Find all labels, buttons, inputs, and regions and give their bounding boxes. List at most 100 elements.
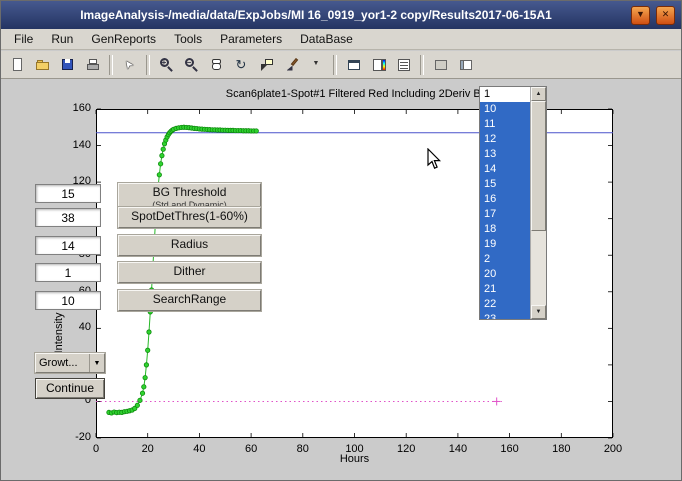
insert-colorbar-icon xyxy=(371,57,387,73)
brush-button[interactable] xyxy=(280,53,303,76)
x-tick-label: 80 xyxy=(288,443,318,455)
data-cursor-icon xyxy=(259,57,275,73)
data-cursor-button[interactable] xyxy=(255,53,278,76)
listbox-item[interactable]: 15 xyxy=(480,177,530,192)
listbox-item[interactable]: 10 xyxy=(480,102,530,117)
show-plot-tools-icon xyxy=(458,57,474,73)
brush-dropdown-button[interactable] xyxy=(305,53,328,76)
listbox-item[interactable]: 12 xyxy=(480,132,530,147)
brush-icon xyxy=(284,57,300,73)
growth-popup-menu[interactable]: Growt... ▼ xyxy=(35,353,105,373)
print-button[interactable] xyxy=(81,53,104,76)
popup-arrow-icon[interactable]: ▼ xyxy=(89,354,104,372)
listbox-item[interactable]: 21 xyxy=(480,282,530,297)
close-icon[interactable]: ✕ xyxy=(656,6,675,25)
listbox-item[interactable]: 14 xyxy=(480,162,530,177)
y-tick-label: -20 xyxy=(55,431,91,443)
title-bar: ImageAnalysis-/media/data/ExpJobs/MI 16_… xyxy=(1,1,681,29)
print-icon xyxy=(85,57,101,73)
new-document-icon xyxy=(10,57,26,73)
scroll-down-icon[interactable]: ▼ xyxy=(531,305,546,319)
y-tick-label: 40 xyxy=(55,321,91,333)
spotdetthres-1-60-field[interactable] xyxy=(35,208,101,227)
menu-bar: FileRunGenReportsToolsParametersDataBase xyxy=(1,29,681,50)
spotdetthres-1-60-label-button[interactable]: SpotDetThres(1-60%) xyxy=(118,207,261,228)
growth-popup-value: Growt... xyxy=(36,357,89,369)
bg-threshold-label-button[interactable]: BG Threshold(Std and Dynamic) xyxy=(118,183,261,210)
menu-item-tools[interactable]: Tools xyxy=(165,30,211,48)
toolbar-separator xyxy=(333,55,337,75)
brush-dropdown-icon xyxy=(309,57,325,73)
bg-threshold-field[interactable] xyxy=(35,184,101,203)
show-plot-tools-button[interactable] xyxy=(454,53,477,76)
zoom-in-button[interactable] xyxy=(155,53,178,76)
zoom-out-icon xyxy=(184,57,200,73)
new-document-button[interactable] xyxy=(6,53,29,76)
searchrange-label-button[interactable]: SearchRange xyxy=(118,290,261,311)
rotate-3d-icon xyxy=(234,57,250,73)
radius-field[interactable] xyxy=(35,236,101,255)
menu-item-database[interactable]: DataBase xyxy=(291,30,362,48)
edit-cursor-button[interactable] xyxy=(118,53,141,76)
insert-legend-icon xyxy=(396,57,412,73)
listbox-item[interactable]: 1 xyxy=(480,87,530,102)
hide-plot-tools-icon xyxy=(433,57,449,73)
save-icon xyxy=(60,57,76,73)
button-label: BG Threshold xyxy=(119,184,260,201)
link-plots-icon xyxy=(346,57,362,73)
toolbar-separator xyxy=(146,55,150,75)
listbox-item[interactable]: 11 xyxy=(480,117,530,132)
pan-icon xyxy=(209,57,225,73)
link-plots-button[interactable] xyxy=(342,53,365,76)
listbox-item[interactable]: 18 xyxy=(480,222,530,237)
y-tick-label: 160 xyxy=(55,102,91,114)
edit-cursor-icon xyxy=(122,57,138,73)
menu-item-run[interactable]: Run xyxy=(42,30,82,48)
listbox-scrollbar[interactable]: ▲ ▼ xyxy=(530,87,546,319)
x-tick-label: 0 xyxy=(81,443,111,455)
listbox-item[interactable]: 16 xyxy=(480,192,530,207)
button-label: Radius xyxy=(119,236,260,253)
scan-listbox[interactable]: 110111213141516171819220212223 ▲ ▼ xyxy=(479,86,547,320)
hide-plot-tools-button[interactable] xyxy=(429,53,452,76)
x-tick-label: 160 xyxy=(495,443,525,455)
rotate-3d-button[interactable] xyxy=(230,53,253,76)
continue-button[interactable]: Continue xyxy=(35,378,105,399)
scrollbar-trough[interactable] xyxy=(531,101,546,305)
listbox-item[interactable]: 17 xyxy=(480,207,530,222)
insert-colorbar-button[interactable] xyxy=(367,53,390,76)
menu-item-parameters[interactable]: Parameters xyxy=(211,30,291,48)
x-tick-label: 120 xyxy=(391,443,421,455)
button-label: SearchRange xyxy=(119,291,260,308)
listbox-item[interactable]: 19 xyxy=(480,237,530,252)
save-button[interactable] xyxy=(56,53,79,76)
minimize-icon[interactable]: ▼ xyxy=(631,6,650,25)
window-title: ImageAnalysis-/media/data/ExpJobs/MI 16_… xyxy=(1,8,631,22)
toolbar xyxy=(1,51,681,79)
listbox-item[interactable]: 22 xyxy=(480,297,530,312)
x-tick-label: 200 xyxy=(598,443,628,455)
button-label: Dither xyxy=(119,263,260,280)
menu-item-genreports[interactable]: GenReports xyxy=(82,30,165,48)
menu-item-file[interactable]: File xyxy=(5,30,42,48)
x-tick-label: 180 xyxy=(546,443,576,455)
open-folder-icon xyxy=(35,57,51,73)
open-folder-button[interactable] xyxy=(31,53,54,76)
scroll-up-icon[interactable]: ▲ xyxy=(531,87,546,101)
scrollbar-thumb[interactable] xyxy=(531,101,546,231)
listbox-item[interactable]: 20 xyxy=(480,267,530,282)
listbox-item[interactable]: 13 xyxy=(480,147,530,162)
searchrange-field[interactable] xyxy=(35,291,101,310)
x-tick-label: 140 xyxy=(443,443,473,455)
x-tick-label: 60 xyxy=(236,443,266,455)
pan-button[interactable] xyxy=(205,53,228,76)
dither-field[interactable] xyxy=(35,263,101,282)
listbox-item[interactable]: 23 xyxy=(480,312,530,319)
dither-label-button[interactable]: Dither xyxy=(118,262,261,283)
listbox-item[interactable]: 2 xyxy=(480,252,530,267)
radius-label-button[interactable]: Radius xyxy=(118,235,261,256)
zoom-out-button[interactable] xyxy=(180,53,203,76)
toolbar-separator xyxy=(109,55,113,75)
x-tick-label: 100 xyxy=(340,443,370,455)
insert-legend-button[interactable] xyxy=(392,53,415,76)
